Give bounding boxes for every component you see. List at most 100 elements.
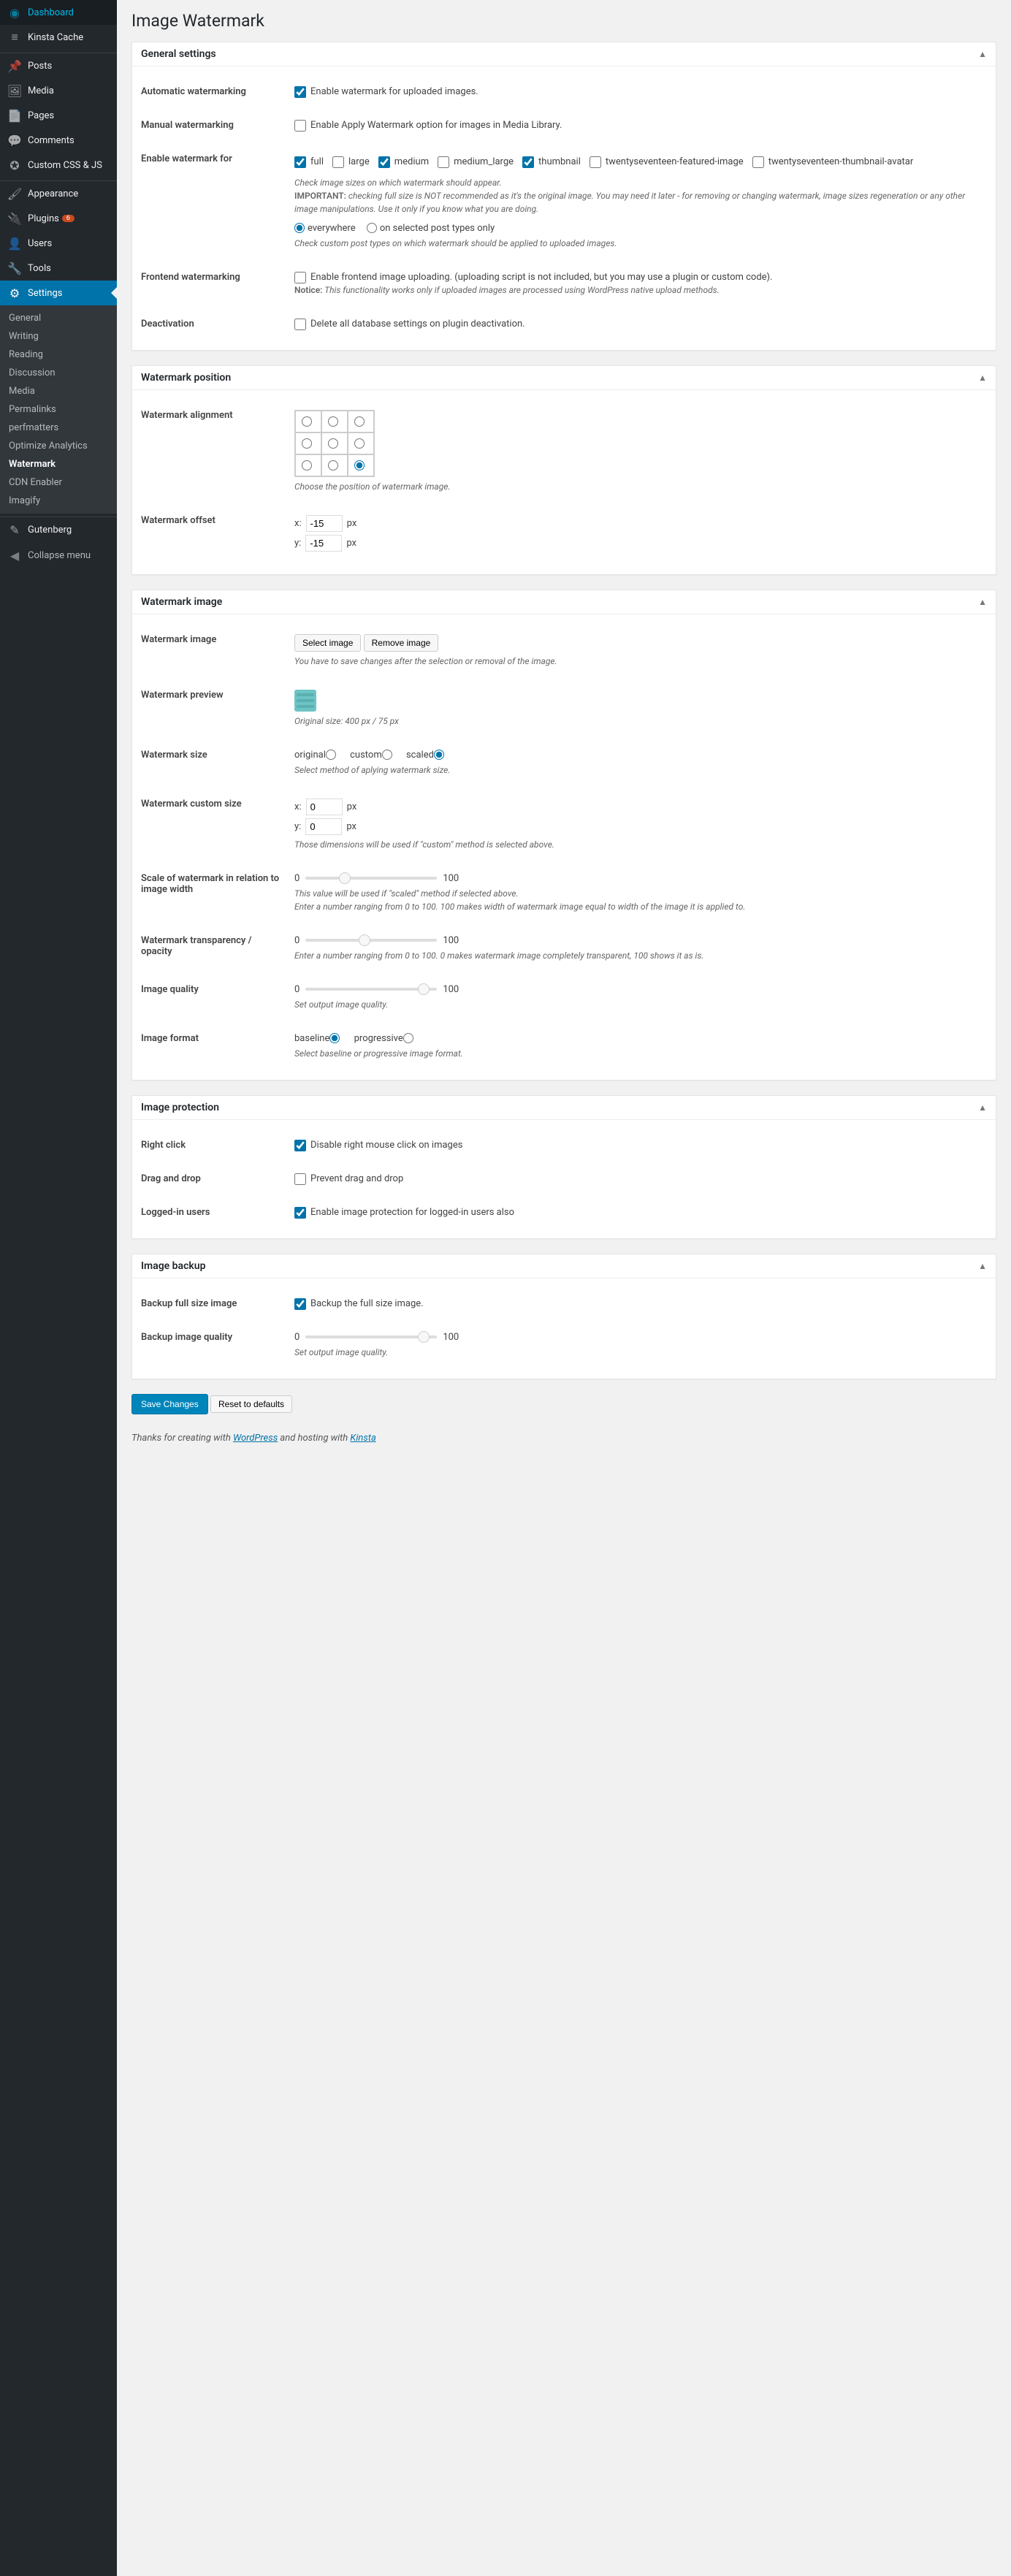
- submenu-cdn-enabler[interactable]: CDN Enabler: [0, 473, 117, 492]
- align-radio-1[interactable]: [328, 416, 338, 427]
- submenu-reading[interactable]: Reading: [0, 346, 117, 364]
- align-radio-7[interactable]: [328, 460, 338, 470]
- manual-watermark-checkbox[interactable]: [294, 120, 306, 132]
- transparency-slider[interactable]: [305, 939, 437, 942]
- protection-header[interactable]: Image protection ▲: [132, 1096, 996, 1120]
- alignment-grid: [294, 410, 375, 477]
- alignment-label: Watermark alignment: [141, 399, 287, 504]
- submenu-general[interactable]: General: [0, 309, 117, 327]
- deactivation-checkbox[interactable]: [294, 319, 306, 330]
- size-medium_large-checkbox[interactable]: [438, 156, 449, 168]
- sidebar-item-tools[interactable]: 🔧Tools: [0, 256, 117, 281]
- sidebar-item-media[interactable]: 🖼Media: [0, 78, 117, 103]
- submenu-media[interactable]: Media: [0, 382, 117, 400]
- kinsta-link[interactable]: Kinsta: [350, 1433, 375, 1444]
- dragdrop-label: Drag and drop: [141, 1162, 287, 1196]
- size-original-radio[interactable]: [326, 750, 336, 760]
- auto-watermark-checkbox[interactable]: [294, 86, 306, 98]
- offset-x-input[interactable]: [306, 515, 343, 532]
- remove-image-button[interactable]: Remove image: [364, 634, 439, 652]
- menu-label: Kinsta Cache: [28, 32, 83, 43]
- sidebar-item-appearance[interactable]: 🖌Appearance: [0, 181, 117, 206]
- submenu-optimize-analytics[interactable]: Optimize Analytics: [0, 437, 117, 455]
- submenu-perfmatters[interactable]: perfmatters: [0, 419, 117, 437]
- align-cell-6[interactable]: [295, 454, 321, 476]
- position-box: Watermark position ▲ Watermark alignment…: [131, 365, 996, 575]
- backup-header[interactable]: Image backup ▲: [132, 1254, 996, 1279]
- align-radio-4[interactable]: [328, 438, 338, 449]
- quality-slider[interactable]: [305, 988, 437, 991]
- custom-x-input[interactable]: [306, 799, 343, 815]
- submenu-imagify[interactable]: Imagify: [0, 492, 117, 510]
- size-scaled-radio[interactable]: [434, 750, 444, 760]
- wordpress-link[interactable]: WordPress: [233, 1433, 278, 1444]
- size-large-label: large: [348, 156, 370, 167]
- frontend-checkbox[interactable]: [294, 272, 306, 283]
- align-radio-3[interactable]: [302, 438, 312, 449]
- format-baseline-radio[interactable]: [329, 1033, 340, 1043]
- align-radio-8[interactable]: [354, 460, 365, 470]
- backup-full-checkbox[interactable]: [294, 1298, 306, 1310]
- position-header[interactable]: Watermark position ▲: [132, 366, 996, 390]
- sidebar-item-dashboard[interactable]: ◉Dashboard: [0, 0, 117, 25]
- size-medium-checkbox[interactable]: [378, 156, 390, 168]
- align-cell-1[interactable]: [321, 411, 348, 432]
- align-cell-7[interactable]: [321, 454, 348, 476]
- backup-quality-slider[interactable]: [305, 1335, 437, 1338]
- custom-x-label: x:: [294, 801, 302, 812]
- general-settings-header[interactable]: General settings ▲: [132, 42, 996, 66]
- sidebar-gutenberg[interactable]: ✎ Gutenberg: [0, 517, 117, 542]
- align-radio-5[interactable]: [354, 438, 365, 449]
- align-radio-6[interactable]: [302, 460, 312, 470]
- align-cell-4[interactable]: [321, 432, 348, 454]
- submenu-writing[interactable]: Writing: [0, 327, 117, 346]
- size-custom-radio[interactable]: [382, 750, 392, 760]
- loggedin-text: Enable image protection for logged-in us…: [310, 1207, 514, 1218]
- sidebar-item-kinsta-cache[interactable]: ≡Kinsta Cache: [0, 25, 117, 50]
- submenu-watermark[interactable]: Watermark: [0, 455, 117, 473]
- offset-y-input[interactable]: [305, 535, 342, 552]
- submenu-discussion[interactable]: Discussion: [0, 364, 117, 382]
- loggedin-checkbox[interactable]: [294, 1207, 306, 1219]
- sidebar-item-custom-css-&-js[interactable]: ✪Custom CSS & JS: [0, 153, 117, 178]
- collapse-icon: ◀: [7, 548, 22, 563]
- manual-watermark-text: Enable Apply Watermark option for images…: [310, 120, 562, 131]
- align-cell-0[interactable]: [295, 411, 321, 432]
- save-button[interactable]: Save Changes: [131, 1394, 208, 1414]
- align-cell-3[interactable]: [295, 432, 321, 454]
- image-header[interactable]: Watermark image ▲: [132, 590, 996, 614]
- custom-y-input[interactable]: [305, 818, 342, 835]
- align-cell-8[interactable]: [348, 454, 374, 476]
- sidebar-item-posts[interactable]: 📌Posts: [0, 53, 117, 78]
- reset-button[interactable]: Reset to defaults: [210, 1395, 292, 1413]
- format-progressive-label: progressive: [354, 1033, 403, 1044]
- size-twentyseventeen-featured-image-checkbox[interactable]: [590, 156, 601, 168]
- format-progressive-radio[interactable]: [403, 1033, 413, 1043]
- sidebar-item-settings[interactable]: ⚙Settings: [0, 281, 117, 305]
- size-full-checkbox[interactable]: [294, 156, 306, 168]
- align-radio-2[interactable]: [354, 416, 365, 427]
- size-thumbnail-checkbox[interactable]: [522, 156, 534, 168]
- image-box: Watermark image ▲ Watermark image Select…: [131, 590, 996, 1081]
- dragdrop-checkbox[interactable]: [294, 1173, 306, 1185]
- scale-slider[interactable]: [305, 877, 437, 880]
- rightclick-checkbox[interactable]: [294, 1140, 306, 1151]
- menu-icon: ◉: [7, 5, 22, 20]
- everywhere-radio[interactable]: [294, 223, 305, 233]
- sidebar-item-comments[interactable]: 💬Comments: [0, 128, 117, 153]
- size-twentyseventeen-thumbnail-avatar-checkbox[interactable]: [752, 156, 764, 168]
- sidebar-item-pages[interactable]: 📄Pages: [0, 103, 117, 128]
- submenu-permalinks[interactable]: Permalinks: [0, 400, 117, 419]
- select-image-button[interactable]: Select image: [294, 634, 361, 652]
- collapse-menu[interactable]: ◀ Collapse menu: [0, 542, 117, 568]
- align-radio-0[interactable]: [302, 416, 312, 427]
- sidebar-item-plugins[interactable]: 🔌Plugins6: [0, 206, 117, 231]
- size-large-checkbox[interactable]: [332, 156, 344, 168]
- slider-min: 0: [294, 984, 300, 995]
- selected-types-radio[interactable]: [367, 223, 377, 233]
- sidebar-item-users[interactable]: 👤Users: [0, 231, 117, 256]
- chevron-up-icon: ▲: [978, 1102, 987, 1113]
- format-label: Image format: [141, 1022, 287, 1071]
- align-cell-2[interactable]: [348, 411, 374, 432]
- align-cell-5[interactable]: [348, 432, 374, 454]
